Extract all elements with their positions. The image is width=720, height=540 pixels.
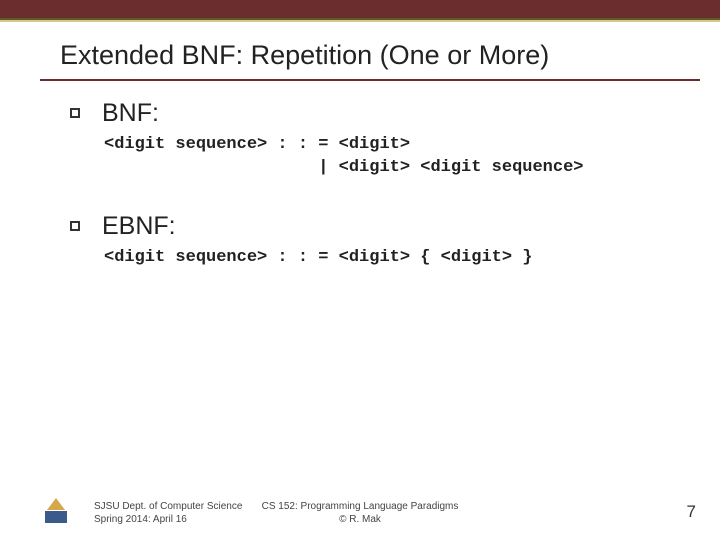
footer: SJSU Dept. of Computer Science Spring 20… <box>0 498 720 526</box>
sjsu-logo-icon <box>44 498 68 526</box>
list-item: EBNF: <box>70 212 670 241</box>
page-number: 7 <box>687 502 696 522</box>
slide-title: Extended BNF: Repetition (One or More) <box>60 40 690 71</box>
footer-course: CS 152: Programming Language Paradigms <box>262 500 459 513</box>
code-block-ebnf: <digit sequence> : : = <digit> { <digit>… <box>104 247 670 270</box>
item-label-ebnf: EBNF: <box>102 212 176 241</box>
list-item: BNF: <box>70 99 670 128</box>
footer-dept: SJSU Dept. of Computer Science <box>94 500 242 513</box>
top-bar <box>0 0 720 20</box>
footer-center: CS 152: Programming Language Paradigms ©… <box>262 500 459 526</box>
item-label-bnf: BNF: <box>102 99 159 128</box>
footer-date: Spring 2014: April 16 <box>94 513 242 526</box>
title-wrap: Extended BNF: Repetition (One or More) <box>0 22 720 75</box>
square-bullet-icon <box>70 108 80 118</box>
footer-copyright: © R. Mak <box>262 513 459 526</box>
code-block-bnf: <digit sequence> : : = <digit> | <digit>… <box>104 134 670 180</box>
square-bullet-icon <box>70 221 80 231</box>
content-area: BNF: <digit sequence> : : = <digit> | <d… <box>0 81 720 270</box>
footer-left: SJSU Dept. of Computer Science Spring 20… <box>94 500 242 526</box>
